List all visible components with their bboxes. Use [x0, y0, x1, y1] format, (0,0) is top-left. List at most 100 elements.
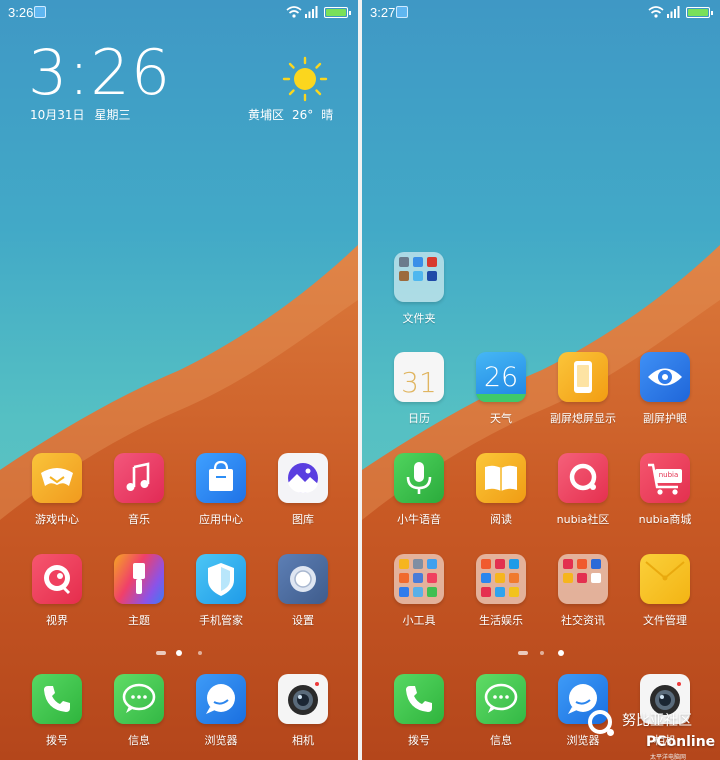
life-folder-icon	[476, 554, 526, 604]
battery-icon	[324, 7, 351, 18]
folder-top[interactable]: 文件夹	[378, 252, 460, 334]
watermark-site: PConline	[646, 734, 716, 750]
dock-messages[interactable]: 信息	[460, 674, 542, 756]
dock-phone[interactable]: 拨号	[378, 674, 460, 756]
app-gallery[interactable]: 图库	[262, 453, 344, 535]
nubia-community-icon	[558, 453, 608, 503]
game-center-icon	[32, 453, 82, 503]
folder-icon	[394, 252, 444, 302]
nubia-community-logo-icon	[588, 710, 614, 736]
watermark-text: 努比亚社区	[622, 713, 692, 729]
weather-location: 黄埔区	[248, 108, 285, 122]
dock-camera[interactable]: 相机	[262, 674, 344, 756]
page-dot[interactable]	[198, 651, 202, 655]
browser-icon	[196, 674, 246, 724]
app-settings[interactable]: 设置	[262, 554, 344, 636]
status-time: 3:27	[370, 5, 396, 20]
camera-icon	[278, 674, 328, 724]
watermark: 努比亚社区 PConline 太平洋电脑网	[588, 708, 716, 760]
messages-icon	[476, 674, 526, 724]
sub-screen-display-icon	[558, 352, 608, 402]
phone-icon	[394, 674, 444, 724]
weather-temp-value: 26	[483, 362, 519, 393]
app-reading[interactable]: 阅读	[460, 453, 542, 535]
page-indicator[interactable]	[0, 648, 358, 658]
file-manager-icon	[640, 554, 690, 604]
page-dot-home[interactable]	[156, 651, 166, 655]
weekday-text: 星期三	[94, 108, 131, 122]
reading-icon	[476, 453, 526, 503]
app-label: 文件管理	[643, 614, 687, 627]
status-time: 3:26	[8, 5, 34, 20]
weather-condition: 晴	[321, 108, 334, 122]
page-dot-home[interactable]	[518, 651, 528, 655]
signal-icon	[305, 6, 318, 18]
dock-browser[interactable]: 浏览器	[180, 674, 262, 756]
app-center-icon	[196, 453, 246, 503]
folder-social[interactable]: 社交资讯	[542, 554, 624, 636]
app-game-center[interactable]: 游戏中心	[16, 453, 98, 535]
page-indicator[interactable]	[362, 648, 720, 658]
app-nubia-community[interactable]: nubia社区	[542, 453, 624, 535]
app-calendar[interactable]: 31 日历	[378, 352, 460, 434]
sun-icon[interactable]	[282, 56, 328, 102]
watermark-sub: 太平洋电脑网	[650, 754, 687, 760]
home-screen-left: 3:26 3:26 10月31日 星期三 黄埔区 26° 晴 游戏中心 音乐 应…	[0, 0, 358, 760]
calendar-icon: 31	[394, 352, 444, 402]
notification-icon	[34, 6, 46, 18]
app-file-manager[interactable]: 文件管理	[624, 554, 706, 636]
app-weather[interactable]: 26 天气	[460, 352, 542, 434]
folder-tools[interactable]: 小工具	[378, 554, 460, 636]
music-icon	[114, 453, 164, 503]
app-phone-manager[interactable]: 手机管家	[180, 554, 262, 636]
eye-care-icon	[640, 352, 690, 402]
social-folder-icon	[558, 554, 608, 604]
messages-icon	[114, 674, 164, 724]
page-dot[interactable]	[540, 651, 544, 655]
date-text: 10月31日	[30, 108, 85, 122]
app-video[interactable]: 视界	[16, 554, 98, 636]
nubia-mall-wordmark: nubia	[658, 471, 679, 479]
app-label: 设置	[292, 614, 314, 627]
wifi-icon	[648, 6, 664, 18]
app-label: 图库	[292, 513, 314, 526]
phone-manager-icon	[196, 554, 246, 604]
signal-icon	[667, 6, 680, 18]
page-dot-active[interactable]	[558, 650, 564, 656]
page-dot-active[interactable]	[176, 650, 182, 656]
weather-line: 黄埔区 26° 晴	[248, 106, 333, 123]
notification-icon	[396, 6, 408, 18]
app-label: 相机	[292, 734, 314, 747]
app-label: 副屏护眼	[643, 412, 687, 425]
status-bar: 3:27	[362, 0, 720, 26]
app-sub-screen-display[interactable]: 副屏熄屏显示	[542, 352, 624, 434]
wifi-icon	[286, 6, 302, 18]
phone-icon	[32, 674, 82, 724]
app-eye-care[interactable]: 副屏护眼	[624, 352, 706, 434]
nubia-mall-icon: nubia	[640, 453, 690, 503]
weather-icon: 26	[476, 352, 526, 402]
dock-messages[interactable]: 信息	[98, 674, 180, 756]
voice-icon	[394, 453, 444, 503]
dock-phone[interactable]: 拨号	[16, 674, 98, 756]
theme-icon	[114, 554, 164, 604]
app-nubia-mall[interactable]: nubia nubia商城	[624, 453, 706, 535]
app-theme[interactable]: 主题	[98, 554, 180, 636]
weather-temperature: 26°	[292, 108, 314, 122]
app-voice[interactable]: 小牛语音	[378, 453, 460, 535]
date-line: 10月31日 星期三	[30, 106, 131, 123]
app-label: nubia商城	[638, 513, 692, 526]
tools-folder-icon	[394, 554, 444, 604]
clock-widget[interactable]: 3:26	[28, 38, 171, 108]
gallery-icon	[278, 453, 328, 503]
battery-icon	[686, 7, 713, 18]
app-label: 文件夹	[402, 312, 436, 325]
app-music[interactable]: 音乐	[98, 453, 180, 535]
settings-icon	[278, 554, 328, 604]
home-screen-right: 3:27 文件夹 31 日历 26 天气 副屏熄屏显示 副屏护眼 小牛语音 阅读…	[362, 0, 720, 760]
status-bar: 3:26	[0, 0, 358, 26]
calendar-day: 31	[401, 366, 437, 399]
video-icon	[32, 554, 82, 604]
app-app-center[interactable]: 应用中心	[180, 453, 262, 535]
folder-life[interactable]: 生活娱乐	[460, 554, 542, 636]
